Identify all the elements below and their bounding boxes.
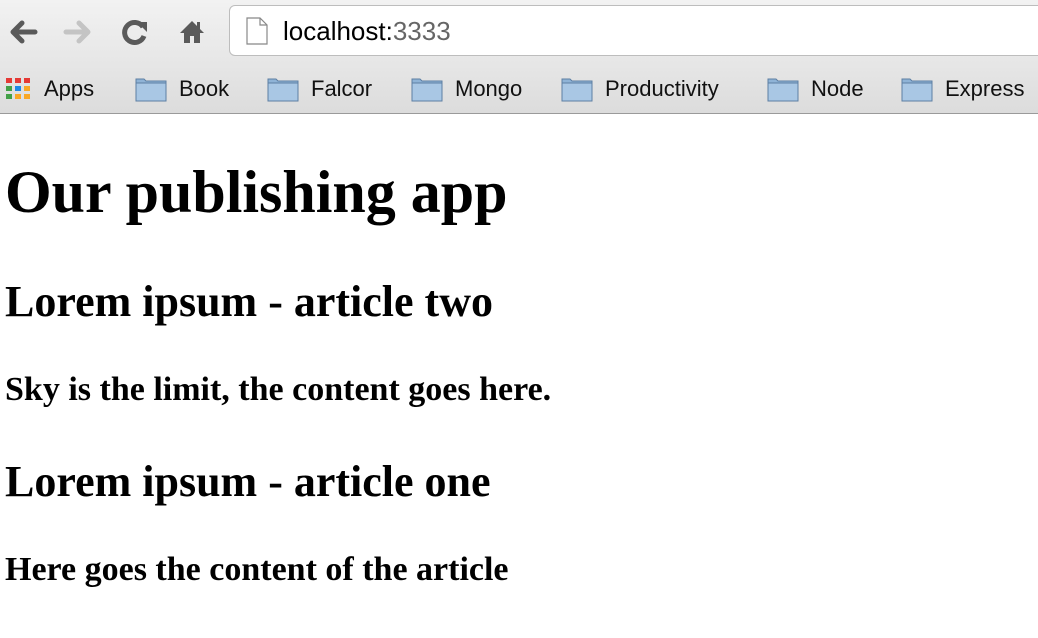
bookmark-label: Book — [179, 76, 230, 101]
folder-icon — [901, 78, 933, 102]
page-icon — [246, 17, 268, 45]
bookmark-productivity[interactable]: Productivity — [561, 71, 719, 107]
folder-icon — [135, 78, 167, 102]
arrow-left-icon — [10, 20, 38, 44]
article-content: Sky is the limit, the content goes here. — [5, 371, 552, 408]
bookmarks-bar: Apps Book Falcor Mongo Productivity Node… — [0, 65, 1038, 114]
article-content: Here goes the content of the article — [5, 551, 509, 588]
bookmark-apps[interactable]: Apps — [6, 71, 94, 107]
article-title: Lorem ipsum - article one — [5, 457, 491, 506]
url-text: localhost:3333 — [283, 16, 451, 47]
url-port: 3333 — [392, 16, 451, 46]
folder-icon — [767, 78, 799, 102]
bookmark-label: Express — [945, 76, 1025, 101]
home-button[interactable] — [174, 14, 210, 50]
home-icon — [180, 21, 204, 43]
bookmark-label: Falcor — [311, 76, 373, 101]
folder-icon — [561, 78, 593, 102]
apps-grid-icon — [6, 78, 30, 99]
bookmark-node[interactable]: Node — [767, 71, 864, 107]
folder-icon — [411, 78, 443, 102]
article-title: Lorem ipsum - article two — [5, 277, 493, 326]
bookmark-label: Node — [811, 76, 864, 101]
bookmark-label: Apps — [44, 76, 95, 101]
back-button[interactable] — [5, 14, 41, 50]
folder-icon — [267, 78, 299, 102]
reload-button[interactable] — [117, 14, 153, 50]
bookmark-label: Mongo — [455, 76, 523, 101]
address-bar[interactable]: localhost:3333 — [229, 5, 1038, 56]
bookmark-book[interactable]: Book — [135, 71, 229, 107]
bookmark-mongo[interactable]: Mongo — [411, 71, 522, 107]
bookmark-falcor[interactable]: Falcor — [267, 71, 372, 107]
bookmark-label: Productivity — [605, 76, 719, 101]
arrow-right-icon — [63, 20, 91, 44]
url-host: localhost: — [283, 16, 393, 46]
forward-button[interactable] — [60, 14, 96, 50]
browser-toolbar: localhost:3333 — [0, 0, 1038, 65]
reload-icon — [122, 20, 147, 45]
bookmark-express[interactable]: Express — [901, 71, 1024, 107]
page-title: Our publishing app — [5, 159, 508, 225]
